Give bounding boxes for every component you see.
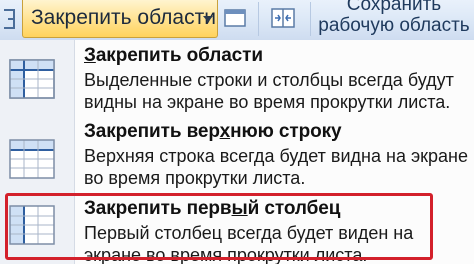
menu-item-title: Закрепить верхнюю строку xyxy=(84,121,342,143)
menu-item-description: Выделенные строки и столбцы всегда будут… xyxy=(84,70,454,112)
dropdown-arrow-icon xyxy=(203,16,213,22)
freeze-panes-button-label: Закрепить области xyxy=(31,6,216,29)
title-part: нюю строку xyxy=(230,121,342,142)
partial-control-icon xyxy=(4,9,15,29)
excel-freeze-panes-menu: Закрепить области Сохранить рабочую обла… xyxy=(0,0,474,264)
title-part: Закрепить вер xyxy=(84,121,220,142)
title-part: акрепить области xyxy=(95,45,263,66)
save-workspace-label-line2: рабочую область xyxy=(318,15,470,36)
access-key: х xyxy=(219,121,231,142)
save-workspace-button[interactable]: Сохранить рабочую область xyxy=(314,0,474,36)
save-workspace-label-line1: Сохранить xyxy=(346,0,442,15)
freeze-panes-button[interactable]: Закрепить области xyxy=(22,0,218,38)
menu-item-freeze-panes[interactable]: Закрепить области Выделенные строки и ст… xyxy=(0,40,474,116)
menu-item-title: Закрепить области xyxy=(84,45,263,67)
freeze-panes-dropdown: Закрепить области Выделенные строки и ст… xyxy=(0,40,474,264)
ribbon-partial-control[interactable] xyxy=(0,0,22,40)
split-window-icon[interactable] xyxy=(271,8,295,28)
access-key: З xyxy=(84,45,96,66)
ribbon-separator xyxy=(310,2,311,36)
menu-item-description: Верхняя строка всегда будет видна на экр… xyxy=(84,146,468,188)
menu-item-freeze-top-row[interactable]: Закрепить верхнюю строку Верхняя строка … xyxy=(0,116,474,192)
selection-highlight-frame xyxy=(5,193,433,260)
ribbon-separator xyxy=(258,2,259,36)
ribbon-strip: Закрепить области Сохранить рабочую обла… xyxy=(0,0,474,41)
window-icon[interactable] xyxy=(224,9,246,27)
freeze-panes-icon xyxy=(9,59,55,99)
freeze-top-row-icon xyxy=(9,139,55,179)
